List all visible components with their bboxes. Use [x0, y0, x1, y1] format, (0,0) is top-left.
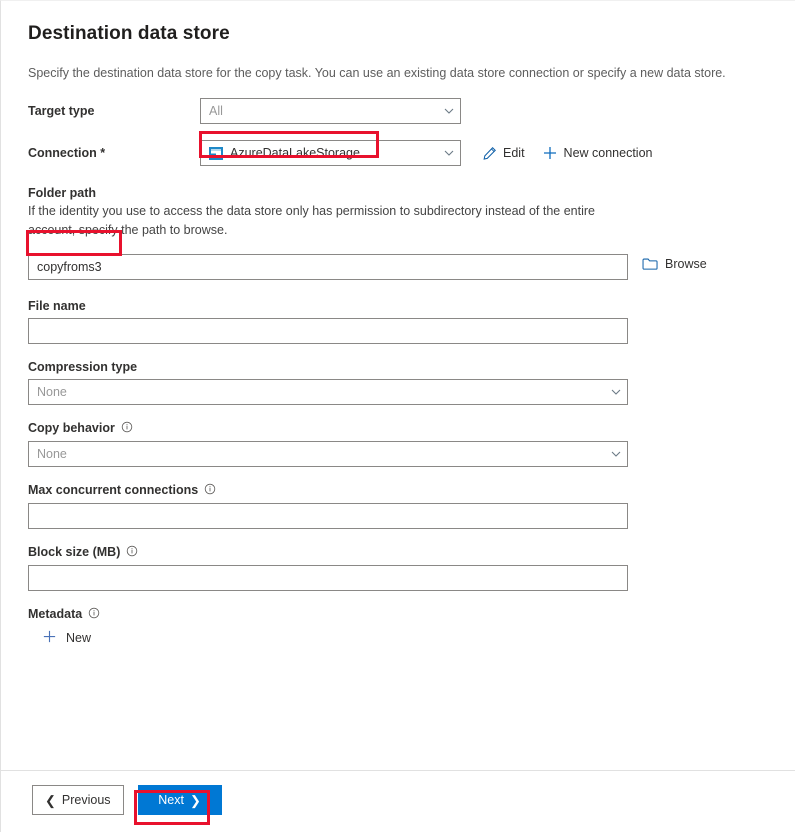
- azure-data-lake-storage-icon: [209, 147, 223, 160]
- compression-type-label: Compression type: [28, 360, 137, 374]
- compression-type-dropdown[interactable]: None: [28, 379, 628, 405]
- page-title: Destination data store: [28, 23, 771, 45]
- copy-behavior-field: Copy behavior None: [28, 421, 771, 467]
- metadata-label: Metadata: [28, 607, 82, 621]
- wizard-footer: ❮ Previous Next ❯: [1, 770, 795, 832]
- folder-path-field: Folder path If the identity you use to a…: [28, 186, 771, 280]
- plus-icon: [542, 145, 558, 161]
- previous-label: Previous: [62, 793, 111, 807]
- file-name-label-wrap: File name: [28, 299, 771, 313]
- new-connection-label: New connection: [564, 146, 653, 160]
- file-name-label: File name: [28, 299, 86, 313]
- folder-path-help: If the identity you use to access the da…: [28, 202, 628, 240]
- panel-content: Destination data store Specify the desti…: [1, 1, 795, 770]
- destination-data-store-panel: Destination data store Specify the desti…: [0, 0, 795, 832]
- browse-button[interactable]: Browse: [642, 257, 707, 271]
- block-size-input[interactable]: [28, 565, 628, 591]
- block-size-field: Block size (MB): [28, 545, 771, 591]
- chevron-left-icon: ❮: [45, 794, 56, 807]
- edit-connection-button[interactable]: Edit: [482, 146, 525, 161]
- compression-type-value: None: [37, 385, 67, 399]
- metadata-new-button[interactable]: New: [42, 629, 91, 647]
- info-icon[interactable]: [204, 483, 216, 498]
- connection-label: Connection *: [28, 146, 200, 160]
- max-concurrent-connections-label: Max concurrent connections: [28, 483, 198, 497]
- connection-row: Connection * AzureDataLakeStorage: [28, 140, 771, 166]
- folder-path-label: Folder path: [28, 186, 96, 200]
- plus-icon: [42, 629, 57, 647]
- chevron-right-icon: ❯: [190, 794, 201, 807]
- folder-path-input[interactable]: [28, 254, 628, 280]
- metadata-new-label: New: [66, 631, 91, 645]
- chevron-down-icon: [444, 106, 453, 115]
- previous-button[interactable]: ❮ Previous: [32, 785, 124, 815]
- info-icon[interactable]: [88, 607, 100, 622]
- folder-path-label-wrap: Folder path: [28, 186, 771, 200]
- file-name-input[interactable]: [28, 318, 628, 344]
- connection-value: AzureDataLakeStorage: [230, 146, 360, 160]
- connection-actions: Edit New connection: [482, 145, 653, 161]
- compression-type-field: Compression type None: [28, 360, 771, 405]
- max-concurrent-connections-input[interactable]: [28, 503, 628, 529]
- pencil-icon: [482, 146, 497, 161]
- chevron-down-icon: [611, 449, 620, 458]
- info-icon[interactable]: [121, 421, 133, 436]
- folder-path-row: Browse: [28, 249, 771, 280]
- block-size-label: Block size (MB): [28, 545, 120, 559]
- file-name-field: File name: [28, 299, 771, 344]
- page-description: Specify the destination data store for t…: [28, 64, 771, 82]
- target-type-label: Target type: [28, 104, 200, 118]
- chevron-down-icon: [444, 148, 453, 157]
- max-concurrent-connections-field: Max concurrent connections: [28, 483, 771, 529]
- target-type-value: All: [209, 104, 223, 118]
- info-icon[interactable]: [126, 545, 138, 560]
- footer-buttons: ❮ Previous Next ❯: [1, 771, 795, 815]
- next-button[interactable]: Next ❯: [138, 785, 222, 815]
- copy-behavior-dropdown[interactable]: None: [28, 441, 628, 467]
- compression-type-label-wrap: Compression type: [28, 360, 771, 374]
- max-concurrent-connections-label-wrap: Max concurrent connections: [28, 483, 771, 498]
- block-size-label-wrap: Block size (MB): [28, 545, 771, 560]
- copy-behavior-label-wrap: Copy behavior: [28, 421, 771, 436]
- new-connection-button[interactable]: New connection: [542, 145, 653, 161]
- chevron-down-icon: [611, 387, 620, 396]
- target-type-dropdown[interactable]: All: [200, 98, 461, 124]
- metadata-field: Metadata New: [28, 607, 771, 649]
- target-type-row: Target type All: [28, 98, 771, 124]
- browse-label: Browse: [665, 257, 707, 271]
- edit-connection-label: Edit: [503, 146, 525, 160]
- copy-behavior-label: Copy behavior: [28, 421, 115, 435]
- connection-dropdown[interactable]: AzureDataLakeStorage: [200, 140, 461, 166]
- metadata-label-wrap: Metadata: [28, 607, 771, 622]
- copy-behavior-value: None: [37, 447, 67, 461]
- next-label: Next: [158, 793, 184, 807]
- folder-icon: [642, 257, 659, 271]
